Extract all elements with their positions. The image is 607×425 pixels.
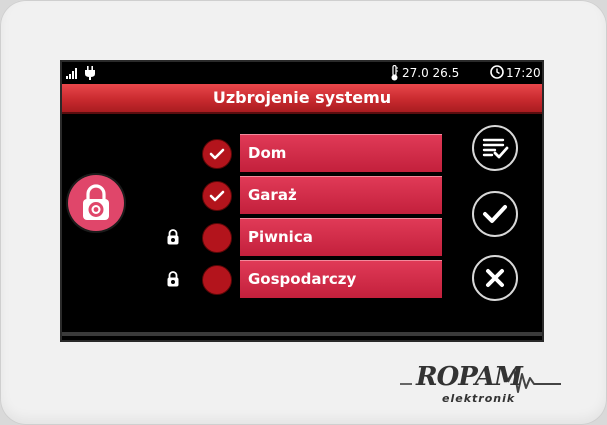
temperature-readout: 27.0 26.5 bbox=[402, 66, 460, 80]
zone-button-dom[interactable]: Dom bbox=[240, 134, 442, 172]
confirm-button[interactable] bbox=[472, 191, 518, 237]
zone-checkbox[interactable] bbox=[202, 265, 232, 295]
check-icon bbox=[209, 148, 225, 160]
select-all-button[interactable] bbox=[472, 125, 518, 171]
brand-name: ROPAM bbox=[416, 362, 523, 392]
brand-subtitle: elektronik bbox=[442, 392, 516, 405]
touch-screen: 27.0 26.5 17:20 Uzbrojenie systemu Dom G… bbox=[62, 62, 542, 340]
ropam-logo: ROPAM elektronik bbox=[398, 356, 563, 412]
close-icon bbox=[486, 269, 504, 287]
zone-checkbox[interactable] bbox=[202, 139, 232, 169]
status-bar: 27.0 26.5 17:20 bbox=[62, 62, 542, 84]
screen-bottom-line bbox=[62, 332, 542, 336]
clock-icon bbox=[490, 65, 504, 79]
zone-button-gospodarczy[interactable]: Gospodarczy bbox=[240, 260, 442, 298]
check-icon bbox=[209, 190, 225, 202]
checklist-icon bbox=[482, 138, 509, 159]
clock-time: 17:20 bbox=[506, 66, 541, 80]
zone-checkbox[interactable] bbox=[202, 181, 232, 211]
plug-icon bbox=[85, 66, 95, 80]
zone-checkbox[interactable] bbox=[202, 223, 232, 253]
zone-button-piwnica[interactable]: Piwnica bbox=[240, 218, 442, 256]
checkmark-icon bbox=[483, 205, 507, 223]
zone-button-garaz[interactable]: Garaż bbox=[240, 176, 442, 214]
small-lock-icon bbox=[167, 229, 179, 245]
zone-row: Dom bbox=[62, 134, 542, 172]
signal-icon bbox=[66, 67, 77, 79]
small-lock-icon bbox=[167, 271, 179, 287]
zone-row: Gospodarczy bbox=[62, 260, 542, 298]
cancel-button[interactable] bbox=[472, 255, 518, 301]
keypad-device: 27.0 26.5 17:20 Uzbrojenie systemu Dom G… bbox=[0, 0, 607, 425]
zone-row: Piwnica bbox=[62, 218, 542, 256]
thermometer-icon bbox=[391, 65, 398, 81]
page-title: Uzbrojenie systemu bbox=[62, 84, 542, 114]
zone-row: Garaż bbox=[62, 176, 542, 214]
